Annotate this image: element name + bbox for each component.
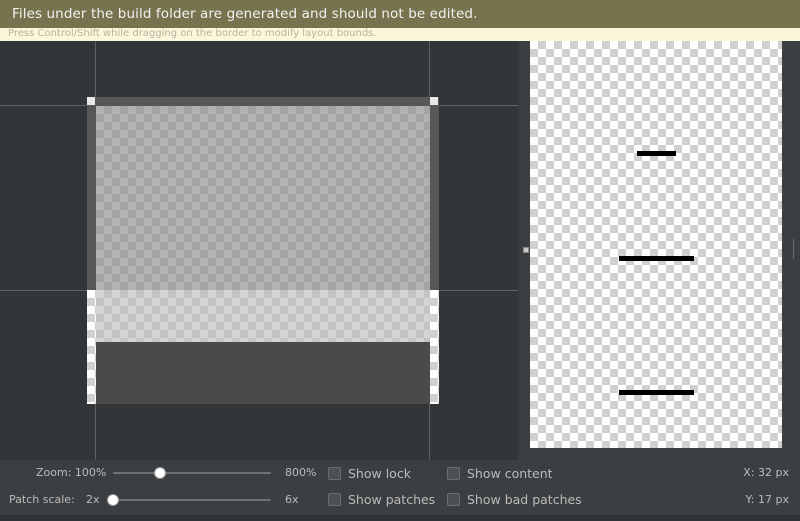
show-patches-label: Show patches (348, 492, 436, 507)
show-content-toggle[interactable]: Show content (447, 466, 553, 481)
y-coordinate-readout: Y: 17 px (745, 493, 789, 506)
show-bad-patches-checkbox[interactable] (447, 493, 460, 506)
border-edge-left[interactable] (87, 290, 96, 404)
patch-scale-max-label: 6x (285, 493, 299, 506)
preview-scrollbar[interactable] (793, 239, 794, 259)
preview-tall (619, 390, 694, 395)
zoom-slider-track[interactable] (113, 472, 271, 474)
show-lock-toggle[interactable]: Show lock (328, 466, 411, 481)
corner-handle-top-left[interactable] (87, 97, 95, 105)
patch-scale-slider-knob[interactable] (107, 494, 119, 506)
splitter-grip-icon[interactable] (523, 247, 529, 253)
show-bad-patches-toggle[interactable]: Show bad patches (447, 492, 582, 507)
stretch-patch-right (430, 97, 439, 290)
control-panel: Zoom: 100% 800% Patch scale: 2x 6x Show … (0, 460, 800, 521)
show-content-label: Show content (467, 466, 553, 481)
preview-wide (619, 256, 694, 261)
preview-small (637, 151, 676, 156)
corner-handle-top-right[interactable] (430, 97, 438, 105)
patch-scale-slider-track[interactable] (113, 499, 271, 501)
patch-scale-label: Patch scale: (9, 493, 75, 506)
patch-scale-slider[interactable] (107, 493, 271, 507)
stretch-patch-left (87, 97, 96, 290)
show-content-checkbox[interactable] (447, 467, 460, 480)
nine-patch-editor-canvas[interactable] (0, 41, 522, 460)
zoom-label: Zoom: 100% (36, 466, 107, 479)
generated-files-warning: Files under the build folder are generat… (0, 0, 800, 28)
zoom-slider-knob[interactable] (154, 467, 167, 479)
stretch-patch-top (96, 97, 430, 106)
patch-scale-min-label: 2x (86, 493, 100, 506)
show-lock-label: Show lock (348, 466, 411, 481)
zoom-max-label: 800% (285, 466, 317, 479)
zoom-slider[interactable] (113, 466, 271, 480)
show-bad-patches-label: Show bad patches (467, 492, 582, 507)
x-coordinate-readout: X: 32 px (743, 466, 789, 479)
preview-margin (782, 41, 800, 460)
bottom-edge (0, 515, 800, 521)
show-lock-checkbox[interactable] (328, 467, 341, 480)
drag-hint: Press Control/Shift while dragging on th… (0, 28, 800, 41)
show-patches-checkbox[interactable] (328, 493, 341, 506)
stretch-preview-pane (530, 41, 782, 448)
show-patches-toggle[interactable]: Show patches (328, 492, 435, 507)
fixed-region-transparent (96, 290, 430, 342)
fixed-region-fill (96, 342, 430, 404)
border-edge-right[interactable] (430, 290, 439, 404)
stretchable-region (96, 106, 430, 290)
pane-splitter[interactable] (522, 41, 530, 460)
